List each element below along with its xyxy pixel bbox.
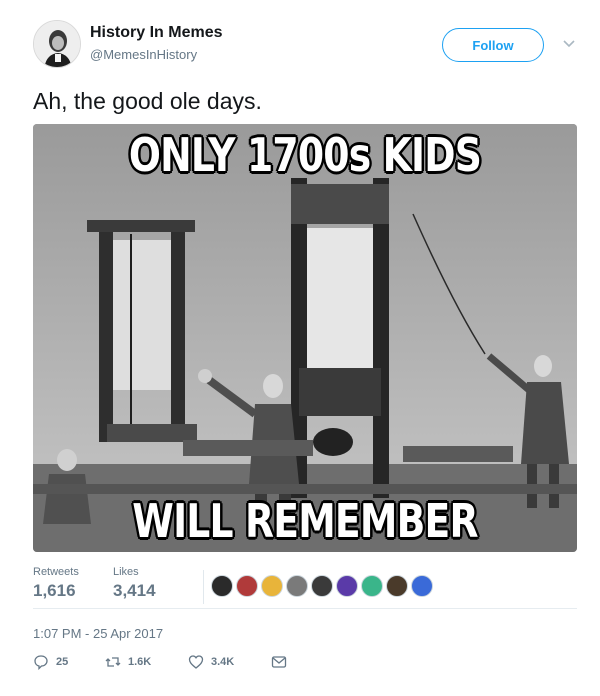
liker-avatar[interactable] [211, 575, 233, 597]
like-count: 3.4K [211, 656, 235, 668]
tweet-actions: 25 1.6K 3.4K [33, 652, 333, 676]
account-name[interactable]: History In Memes [90, 24, 222, 42]
retweets-label: Retweets [33, 566, 79, 578]
retweets-stat[interactable]: Retweets 1,616 [33, 566, 79, 601]
likes-label: Likes [113, 566, 139, 578]
liker-avatar[interactable] [311, 575, 333, 597]
retweet-button[interactable]: 1.6K [105, 652, 151, 672]
account-avatar[interactable] [33, 20, 81, 68]
tweet-image[interactable]: ONLY 1700s KIDS WILL REMEMBER THIS [33, 124, 577, 552]
liker-avatar[interactable] [361, 575, 383, 597]
heart-icon [188, 655, 204, 669]
reply-icon [34, 655, 48, 670]
tweet-text: Ah, the good ole days. [33, 88, 262, 114]
chevron-down-icon[interactable] [560, 34, 578, 52]
liker-avatar[interactable] [286, 575, 308, 597]
liker-avatar[interactable] [411, 575, 433, 597]
meme-bottom-caption: WILL REMEMBER THIS [132, 494, 478, 552]
reply-count: 25 [56, 656, 69, 668]
retweets-count: 1,616 [33, 581, 76, 600]
liker-avatar[interactable] [386, 575, 408, 597]
liker-avatar[interactable] [336, 575, 358, 597]
envelope-icon [271, 656, 287, 668]
likers-avatars [211, 575, 436, 597]
like-button[interactable]: 3.4K [188, 652, 234, 672]
liker-avatar[interactable] [236, 575, 258, 597]
stats-divider [203, 570, 204, 604]
tweet-stats: Retweets 1,616 Likes 3,414 [33, 566, 577, 610]
message-button[interactable] [271, 652, 287, 672]
reply-button[interactable]: 25 [33, 652, 68, 672]
retweet-icon [105, 657, 121, 667]
meme-top-caption: ONLY 1700s KIDS [128, 128, 482, 182]
likes-stat[interactable]: Likes 3,414 [113, 566, 156, 601]
liker-avatar[interactable] [261, 575, 283, 597]
retweet-count: 1.6K [128, 656, 152, 668]
account-handle[interactable]: @MemesInHistory [90, 47, 197, 62]
likes-count: 3,414 [113, 581, 156, 600]
tweet-header: History In Memes @MemesInHistory Follow [0, 0, 600, 80]
tweet-timestamp[interactable]: 1:07 PM - 25 Apr 2017 [33, 626, 163, 641]
follow-button[interactable]: Follow [442, 28, 544, 62]
divider [33, 608, 577, 609]
meme-illustration [33, 124, 577, 552]
